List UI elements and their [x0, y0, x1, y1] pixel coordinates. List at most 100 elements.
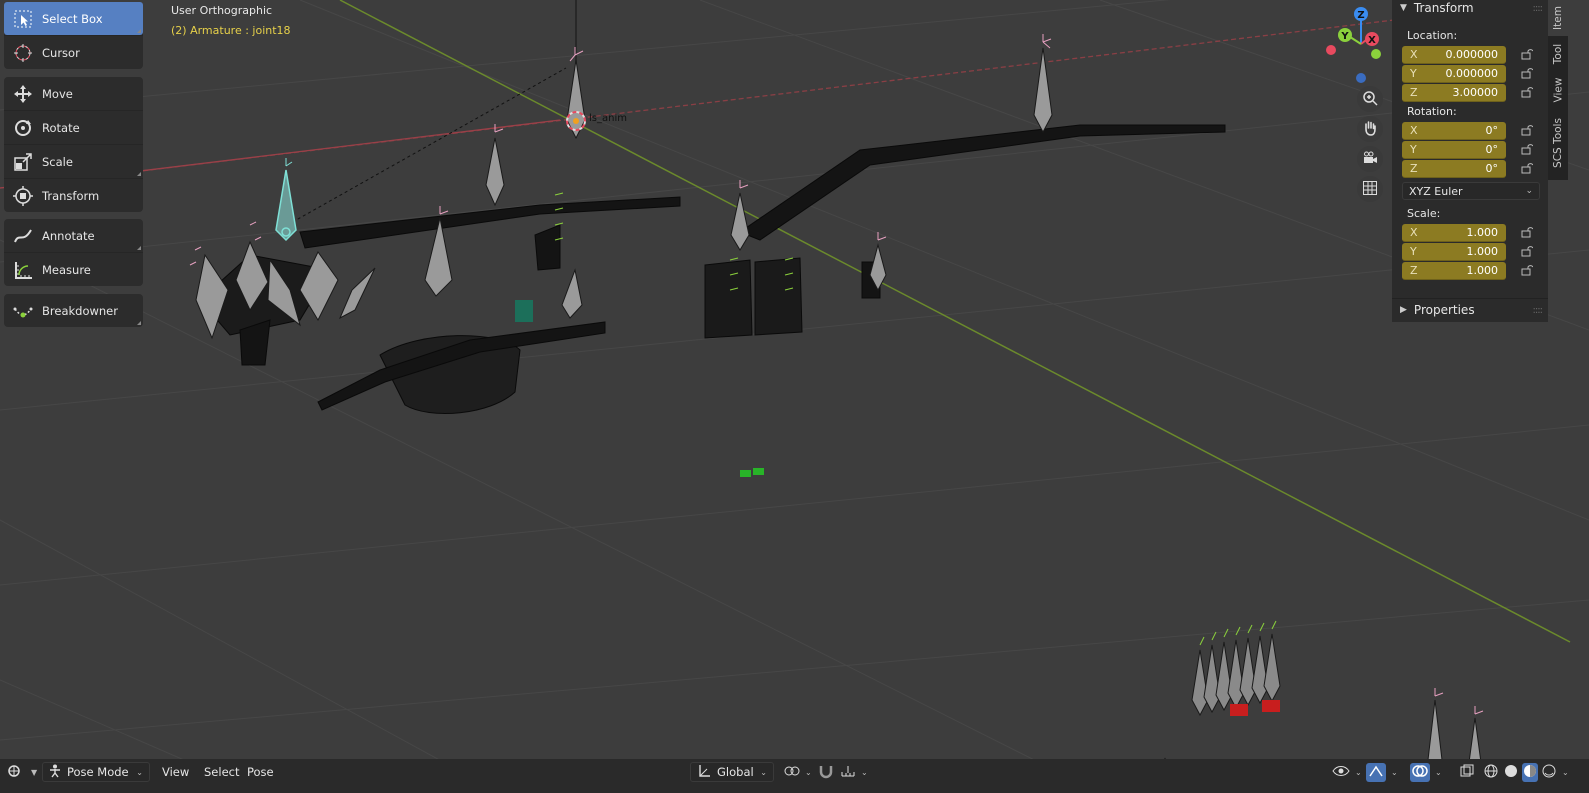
unlock-icon[interactable]: [1521, 124, 1533, 136]
field-value: 1.000: [1466, 244, 1499, 258]
chevron-down-icon: ⌄: [1562, 767, 1569, 777]
shading-wireframe[interactable]: [1484, 762, 1498, 782]
tab-tool[interactable]: Tool: [1548, 38, 1568, 70]
menu-label: View: [162, 765, 190, 779]
rotate-icon: [12, 117, 34, 139]
gizmo-neg-z[interactable]: [1356, 73, 1366, 83]
menu-pose[interactable]: Pose: [241, 762, 280, 782]
snap-increment-icon: [840, 764, 856, 781]
scale-icon: [12, 151, 34, 173]
location-y-field[interactable]: Y 0.000000: [1402, 64, 1506, 83]
unlock-icon[interactable]: [1521, 264, 1533, 276]
tool-select-box[interactable]: Select Box: [4, 2, 143, 35]
3d-viewport[interactable]: ls_anim User Orthographic (2) Armature :…: [0, 0, 1589, 793]
shading-material[interactable]: [1522, 762, 1538, 782]
rotation-mode-dropdown[interactable]: XYZ Euler ⌄: [1402, 182, 1540, 200]
tool-rotate[interactable]: Rotate: [4, 110, 143, 144]
tool-options-corner: [137, 246, 141, 250]
perspective-toggle-button[interactable]: [1357, 176, 1383, 202]
hand-icon: [1362, 120, 1378, 139]
tool-label: Annotate: [42, 228, 95, 243]
unlock-icon[interactable]: [1521, 226, 1533, 238]
transform-orientation-dropdown[interactable]: Global ⌄: [690, 762, 774, 782]
pivot-point-dropdown[interactable]: ⌄: [784, 762, 812, 782]
tool-label: Measure: [42, 262, 91, 277]
shading-options-dropdown[interactable]: ⌄: [1562, 762, 1569, 782]
breakdowner-icon: [12, 300, 34, 322]
transform-panel-header[interactable]: ▼ Transform ::::: [1392, 0, 1548, 16]
unlock-icon[interactable]: [1521, 162, 1533, 174]
unlock-icon[interactable]: [1521, 245, 1533, 257]
rotation-x-row: X 0°: [1392, 121, 1548, 140]
gizmo-neg-y[interactable]: [1371, 49, 1381, 59]
viewport-header: ▼ Pose Mode ⌄ View Select Pose Global ⌄ …: [0, 759, 1589, 793]
scale-y-field[interactable]: Y 1.000: [1402, 242, 1506, 261]
snap-target-dropdown[interactable]: ⌄: [840, 762, 868, 782]
tool-move[interactable]: Move: [4, 77, 143, 110]
green-marker: [740, 470, 751, 477]
pan-button[interactable]: [1357, 116, 1383, 142]
gizmo-neg-x[interactable]: [1326, 45, 1336, 55]
tool-scale[interactable]: Scale: [4, 144, 143, 178]
tab-view[interactable]: View: [1548, 72, 1568, 108]
rotation-y-field[interactable]: Y 0°: [1402, 140, 1506, 159]
orientation-value: Global: [717, 765, 754, 779]
xray-toggle[interactable]: [1460, 762, 1474, 782]
unlock-icon[interactable]: [1521, 143, 1533, 155]
rotation-x-field[interactable]: X 0°: [1402, 121, 1506, 140]
chevron-down-icon: ⌄: [1355, 767, 1362, 777]
tool-breakdowner[interactable]: Breakdowner: [4, 294, 143, 327]
shading-rendered[interactable]: [1542, 762, 1556, 782]
scale-x-field[interactable]: X 1.000: [1402, 223, 1506, 242]
tool-annotate[interactable]: Annotate: [4, 219, 143, 252]
gizmo-toggle[interactable]: ⌄: [1366, 762, 1398, 782]
panel-grip-icon[interactable]: ::::: [1533, 305, 1544, 316]
selected-bone[interactable]: [275, 169, 297, 242]
field-value: 1.000: [1466, 263, 1499, 277]
menu-select[interactable]: Select: [198, 762, 245, 782]
tool-transform[interactable]: Transform: [4, 178, 143, 212]
location-z-field[interactable]: Z 3.00000: [1402, 83, 1506, 102]
unlock-icon[interactable]: [1521, 86, 1533, 98]
unlock-icon[interactable]: [1521, 67, 1533, 79]
tool-label: Move: [42, 86, 73, 101]
scale-z-field[interactable]: Z 1.000: [1402, 261, 1506, 280]
editor-type-dropdown[interactable]: ▼: [6, 762, 37, 782]
rendered-sphere-icon: [1542, 764, 1556, 781]
mode-dropdown[interactable]: Pose Mode ⌄: [42, 762, 150, 782]
material-sphere-icon: [1522, 762, 1538, 782]
overlays-toggle[interactable]: ⌄: [1410, 762, 1442, 782]
shading-solid[interactable]: [1504, 762, 1518, 782]
snap-toggle[interactable]: [818, 762, 834, 782]
wiper-arms: [199, 124, 1226, 414]
menu-view[interactable]: View: [156, 762, 195, 782]
properties-panel-header[interactable]: ▶ Properties ::::: [1392, 298, 1548, 321]
location-x-field[interactable]: X 0.000000: [1402, 45, 1506, 64]
toolbar-transform-group: Move Rotate Scale Transform: [4, 77, 143, 212]
scale-z-row: Z 1.000: [1392, 261, 1548, 280]
tool-cursor[interactable]: Cursor: [4, 35, 143, 69]
navigation-gizmo[interactable]: Z X Y: [1325, 2, 1389, 86]
field-value: 3.00000: [1452, 85, 1499, 99]
camera-view-button[interactable]: [1357, 146, 1383, 172]
pivot-icon: [784, 764, 800, 781]
red-mesh: [1262, 700, 1280, 712]
tab-scs-tools[interactable]: SCS Tools: [1548, 110, 1568, 176]
visibility-dropdown[interactable]: ⌄: [1332, 762, 1362, 782]
orientation-icon: [697, 764, 711, 781]
unlock-icon[interactable]: [1521, 48, 1533, 60]
scale-x-row: X 1.000: [1392, 223, 1548, 242]
transform-icon: [12, 185, 34, 207]
field-value: 0°: [1485, 123, 1499, 137]
axis-label: Y: [1410, 66, 1417, 80]
zoom-button[interactable]: [1357, 86, 1383, 112]
tool-options-corner: [137, 321, 141, 325]
tab-item[interactable]: Item: [1548, 0, 1568, 36]
panel-grip-icon[interactable]: ::::: [1533, 3, 1544, 14]
gizmo-icon: [1366, 762, 1386, 782]
tab-label: Tool: [1552, 43, 1564, 65]
scale-label: Scale:: [1407, 207, 1441, 220]
rotation-z-field[interactable]: Z 0°: [1402, 159, 1506, 178]
toolbar-pose-group: Breakdowner: [4, 294, 143, 327]
tool-measure[interactable]: Measure: [4, 252, 143, 286]
